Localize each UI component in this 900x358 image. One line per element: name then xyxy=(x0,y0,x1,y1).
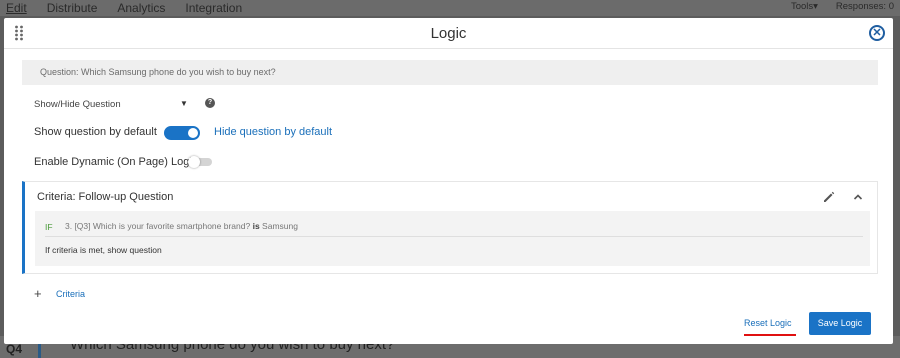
criteria-action-text: If criteria is met, show question xyxy=(45,245,162,255)
question-bar: Question: Which Samsung phone do you wis… xyxy=(22,60,878,85)
help-icon[interactable]: ? xyxy=(205,98,215,108)
chevron-up-icon[interactable] xyxy=(852,191,864,203)
condition-question: 3. [Q3] Which is your favorite smartphon… xyxy=(65,221,251,231)
condition-text: 3. [Q3] Which is your favorite smartphon… xyxy=(65,221,298,231)
tools-caret-icon: ▾ xyxy=(813,1,818,12)
plus-icon: + xyxy=(34,286,42,301)
divider xyxy=(45,236,863,237)
nav-distribute[interactable]: Distribute xyxy=(47,1,98,15)
toggle-knob xyxy=(188,128,198,138)
modal-title: Logic xyxy=(430,25,467,42)
app-top-right: Tools▾ Responses: 0 xyxy=(791,1,894,12)
condition-value: Samsung xyxy=(262,221,298,231)
select-caret-icon[interactable]: ▼ xyxy=(180,99,188,108)
close-icon[interactable]: ✕ xyxy=(869,25,885,41)
add-criteria-button[interactable]: + Criteria xyxy=(34,286,86,301)
app-top-bar: Edit Distribute Analytics Integration To… xyxy=(0,0,900,16)
question-bar-text: Question: Which Samsung phone do you wis… xyxy=(40,67,276,77)
nav-integration[interactable]: Integration xyxy=(185,1,242,15)
nav-analytics[interactable]: Analytics xyxy=(117,1,165,15)
tools-label: Tools xyxy=(790,1,814,12)
highlight-underline xyxy=(744,334,796,336)
if-tag: IF xyxy=(45,222,53,232)
save-logic-button[interactable]: Save Logic xyxy=(809,312,871,335)
responses-count: Responses: 0 xyxy=(835,1,894,12)
default-visibility-toggle[interactable] xyxy=(164,126,200,140)
criteria-card: Criteria: Follow-up Question IF 3. [Q3] … xyxy=(22,181,878,274)
add-criteria-label: Criteria xyxy=(56,289,86,299)
tools-menu[interactable]: Tools▾ xyxy=(791,1,818,12)
app-nav: Edit Distribute Analytics Integration xyxy=(6,1,262,15)
hide-default-label: Hide question by default xyxy=(214,126,333,138)
nav-edit[interactable]: Edit xyxy=(6,1,27,15)
pencil-icon[interactable] xyxy=(822,190,836,204)
logic-modal: Logic ✕ Question: Which Samsung phone do… xyxy=(4,18,893,344)
reset-logic-button[interactable]: Reset Logic xyxy=(744,318,792,328)
dynamic-logic-toggle[interactable] xyxy=(188,156,212,168)
toggle-knob xyxy=(188,156,200,168)
dynamic-logic-label: Enable Dynamic (On Page) Logic xyxy=(34,156,198,168)
show-default-label: Show question by default xyxy=(34,126,157,138)
criteria-condition-box: IF 3. [Q3] Which is your favorite smartp… xyxy=(35,211,870,266)
show-hide-select[interactable]: Show/Hide Question xyxy=(34,99,121,110)
background-question-number: Q4 xyxy=(6,342,23,356)
criteria-title: Criteria: Follow-up Question xyxy=(37,191,174,203)
condition-operator: is xyxy=(252,221,260,231)
modal-header: Logic ✕ xyxy=(4,18,893,49)
